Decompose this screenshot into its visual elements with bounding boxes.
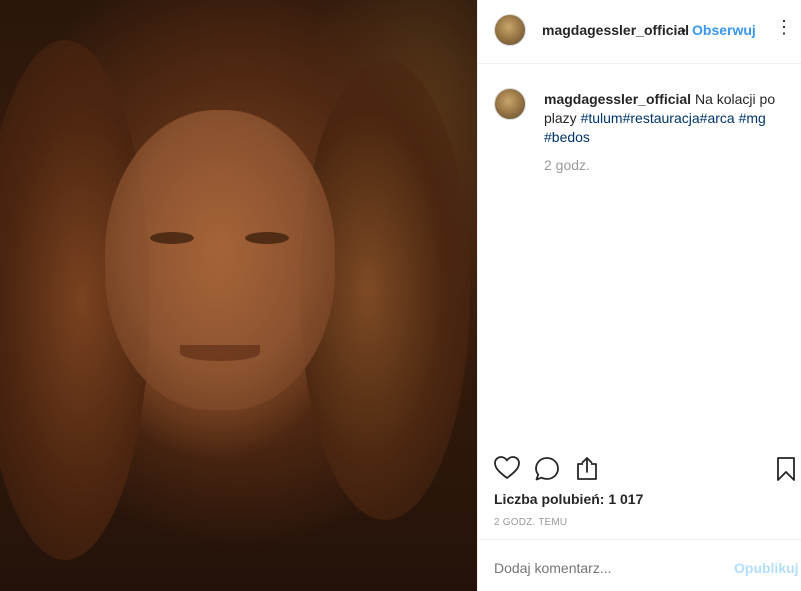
- post-header: magdagessler_official • Obserwuj ⋮: [478, 0, 801, 64]
- comment-input[interactable]: [494, 560, 694, 576]
- avatar[interactable]: [494, 14, 526, 46]
- more-options-icon[interactable]: ⋮: [775, 17, 794, 38]
- post-timestamp[interactable]: 2 godz. temu: [494, 517, 567, 528]
- follow-button[interactable]: Obserwuj: [692, 22, 756, 38]
- post-sidebar: magdagessler_official • Obserwuj ⋮ magda…: [477, 0, 801, 591]
- photo-mouth: [180, 345, 260, 361]
- publish-button[interactable]: Opublikuj: [734, 560, 799, 576]
- caption-text: magdagessler_official Na kolacji po plaz…: [544, 90, 784, 147]
- action-bar: [478, 452, 801, 492]
- photo-face: [105, 110, 335, 410]
- hashtag-link[interactable]: #bedos: [544, 129, 590, 145]
- photo-eye-right: [245, 232, 289, 244]
- hashtag-link[interactable]: #tulum: [581, 110, 623, 126]
- photo-eye-left: [150, 232, 194, 244]
- header-username[interactable]: magdagessler_official: [542, 22, 689, 38]
- hashtag-link[interactable]: #mg: [739, 110, 766, 126]
- share-icon[interactable]: [574, 456, 600, 482]
- header-separator: •: [681, 22, 686, 38]
- comment-bar: Opublikuj: [478, 539, 801, 591]
- likes-count[interactable]: Liczba polubień: 1 017: [494, 491, 643, 507]
- avatar[interactable]: [494, 88, 526, 120]
- comment-icon[interactable]: [534, 456, 560, 482]
- hashtag-link[interactable]: #restauracja: [623, 110, 700, 126]
- caption-username[interactable]: magdagessler_official: [544, 91, 691, 107]
- instagram-post: magdagessler_official • Obserwuj ⋮ magda…: [0, 0, 801, 591]
- bookmark-icon[interactable]: [776, 456, 796, 482]
- hashtag-link[interactable]: #arca: [700, 110, 735, 126]
- caption-time: 2 godz.: [544, 157, 590, 173]
- heart-icon[interactable]: [494, 456, 520, 480]
- post-photo[interactable]: [0, 0, 477, 591]
